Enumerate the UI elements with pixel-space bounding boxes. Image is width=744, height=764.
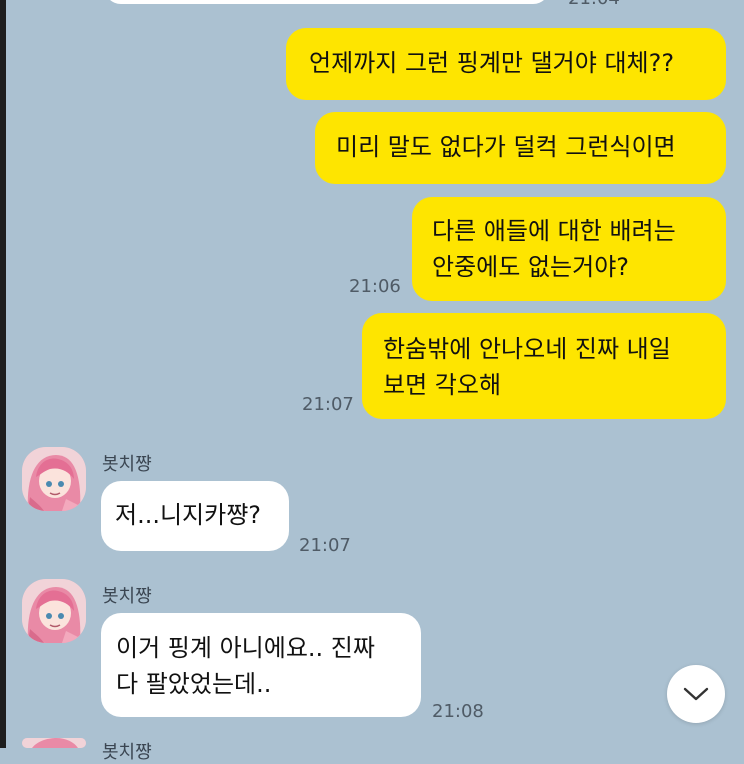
message-text: 언제까지 그런 핑계만 댈거야 대체?? [309, 49, 675, 77]
my-message-bubble[interactable]: 한숨밖에 안나오네 진짜 내일 보면 각오해 [362, 313, 726, 419]
message-text: 저...니지카쨩? [115, 501, 262, 529]
their-message-bubble[interactable]: 이거 핑계 아니에요.. 진짜 다 팔았었는데.. [101, 613, 421, 717]
pink-haired-anime-girl-avatar-icon [22, 738, 86, 748]
message-timestamp: 21:06 [349, 276, 401, 297]
chevron-down-icon [683, 687, 709, 701]
sender-name: 봇치쨩 [102, 454, 152, 475]
message-timestamp: 21:07 [299, 535, 351, 556]
scroll-to-bottom-button[interactable] [667, 665, 725, 723]
their-message-bubble[interactable]: 저...니지카쨩? [101, 481, 289, 551]
sender-name: 봇치쨩 [102, 586, 152, 607]
pink-haired-anime-girl-avatar-icon [22, 579, 86, 643]
partial-timestamp: 21:04 [568, 0, 620, 9]
message-text: 다 팔았었는데.. [116, 670, 272, 698]
my-message-bubble[interactable]: 언제까지 그런 핑계만 댈거야 대체?? [286, 28, 726, 100]
avatar[interactable] [22, 579, 86, 643]
message-text: 보면 각오해 [383, 371, 502, 399]
window-edge [0, 0, 6, 748]
avatar[interactable] [22, 447, 86, 511]
message-text: 미리 말도 없다가 덜컥 그런식이면 [336, 133, 676, 161]
message-text: 이거 핑계 아니에요.. 진짜 [116, 634, 375, 662]
message-text: 안중에도 없는거야? [432, 253, 630, 281]
message-text: 한숨밖에 안나오네 진짜 내일 [383, 335, 671, 363]
message-timestamp: 21:08 [432, 701, 484, 722]
my-message-bubble[interactable]: 다른 애들에 대한 배려는 안중에도 없는거야? [412, 197, 726, 301]
my-message-bubble[interactable]: 미리 말도 없다가 덜컥 그런식이면 [315, 112, 726, 184]
message-text: 다른 애들에 대한 배려는 [432, 217, 676, 245]
sender-name: 봇치쨩 [102, 742, 152, 763]
pink-haired-anime-girl-avatar-icon [22, 447, 86, 511]
partial-message-bubble [104, 0, 550, 4]
message-timestamp: 21:07 [302, 394, 354, 415]
avatar[interactable] [22, 738, 86, 748]
